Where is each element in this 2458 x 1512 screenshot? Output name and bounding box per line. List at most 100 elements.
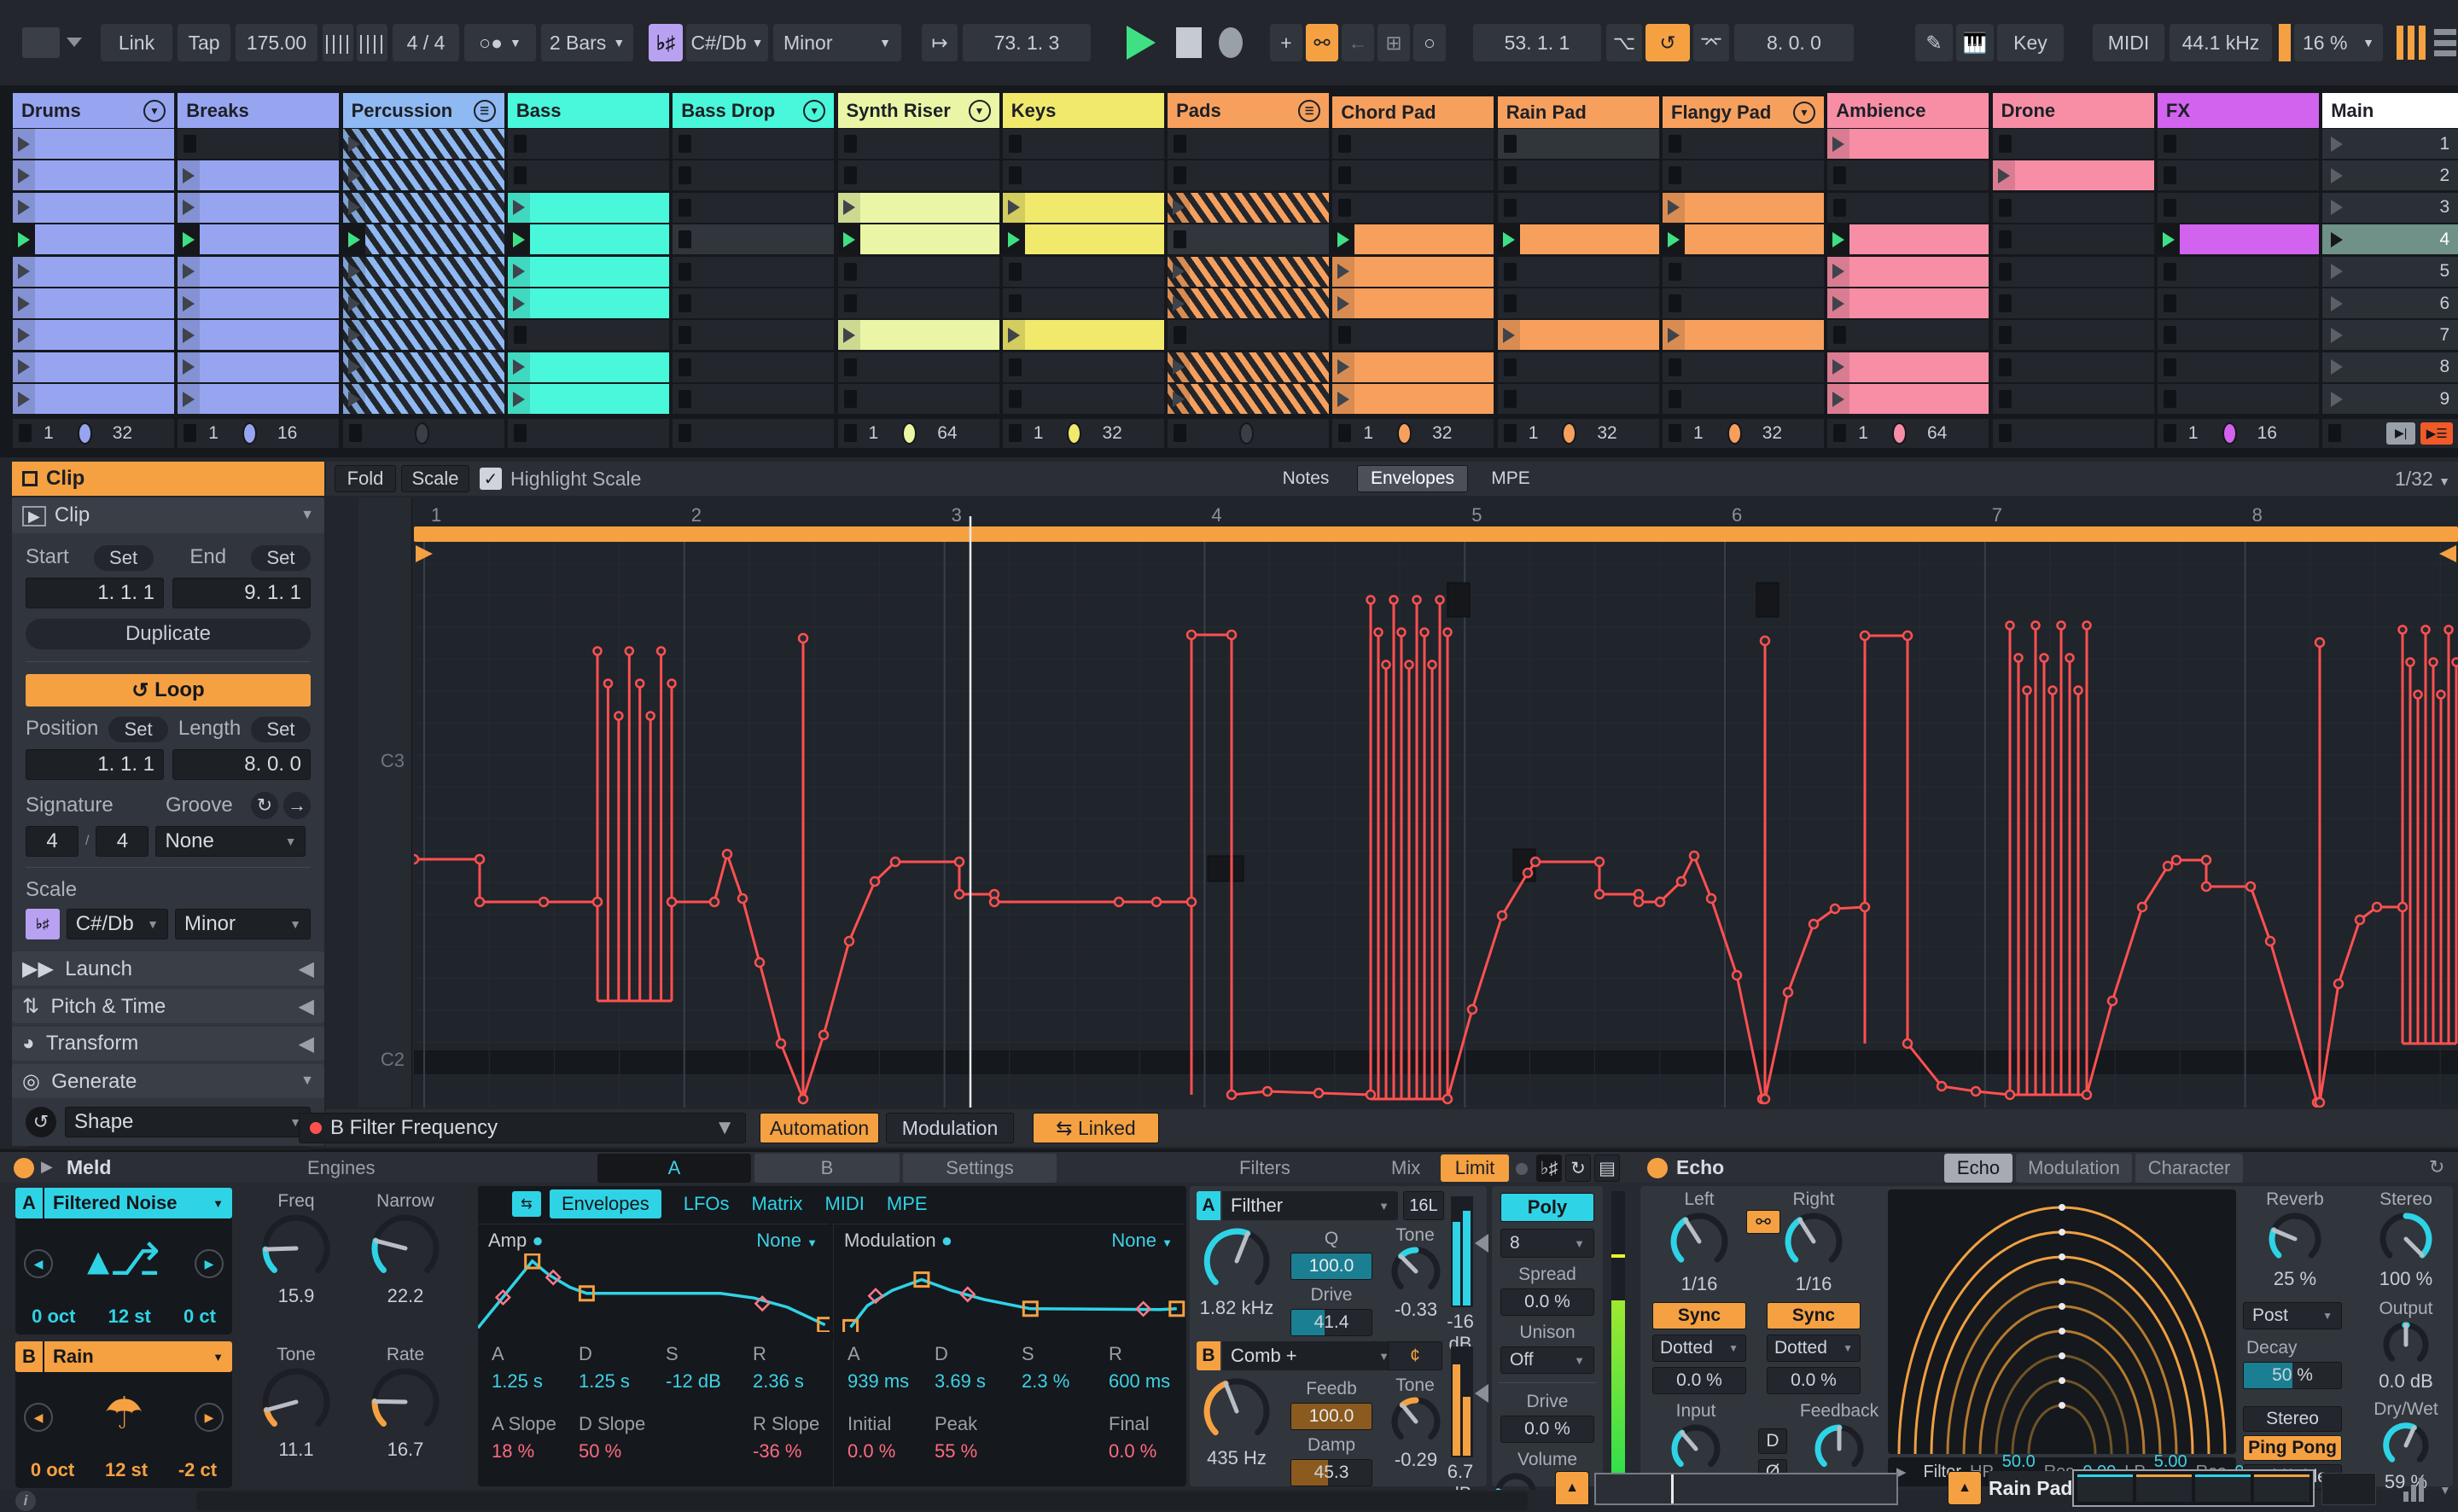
clip-slot[interactable] [1332,352,1494,382]
clip-slot-empty[interactable] [673,192,835,223]
highlight-scale-checkbox[interactable]: ✓ [480,468,502,490]
clip-slot[interactable] [837,320,999,351]
clip-slot[interactable] [178,288,340,318]
clip-stop-icon[interactable] [2163,198,2176,217]
echo-reverb-knob[interactable]: Reverb 25 % [2248,1189,2342,1290]
clip-play-icon[interactable] [1168,288,1191,318]
clip-slot-empty[interactable] [1497,160,1659,191]
clip-stop-icon[interactable] [679,358,692,376]
echo-stereo-knob[interactable]: Stereo 100 % [2359,1189,2453,1290]
filter-b-tone-knob[interactable]: -0.29 [1369,1394,1463,1471]
clip-slot-empty[interactable] [2157,192,2319,223]
engine-name-menu[interactable]: Filtered Noise ▼ [44,1188,232,1218]
filter-a-freq-knob-value[interactable]: 1.82 kHz [1200,1297,1274,1319]
clip-stop-icon[interactable] [1503,390,1517,409]
clip-stop-icon[interactable] [843,166,857,185]
clip-stop-icon[interactable] [1998,390,2012,409]
clip-stop-icon[interactable] [679,294,692,312]
clip-stop-icon[interactable] [1174,135,1187,153]
track-status-cell[interactable] [673,418,835,448]
engine-a-knob-2[interactable]: Narrow 22.2 [358,1191,452,1307]
filter-b-freq-knob[interactable]: 435 Hz [1190,1375,1284,1469]
echo-tab-echo[interactable]: Echo [1944,1154,2012,1183]
clip-play-icon[interactable] [837,320,860,351]
clip-slot[interactable] [507,224,669,255]
adsr-value[interactable]: 2.3 % [1022,1370,1069,1393]
clip-slot-empty[interactable] [1663,352,1824,382]
nudge-up-button[interactable]: |||| [357,24,387,61]
env-mode-menu[interactable]: None ▼ [1111,1230,1173,1252]
clip-stop-icon[interactable] [183,135,197,153]
clip-slot-empty[interactable] [837,160,999,191]
clip-play-icon[interactable] [1992,160,2015,191]
echo-mode-pingpong[interactable]: Ping Pong [2243,1435,2342,1461]
clip-slot[interactable] [1497,320,1659,351]
clip-slot-empty[interactable] [673,352,835,382]
track-status-cell[interactable] [1168,418,1330,448]
track-header-percussion[interactable]: Percussion ☰ [342,93,504,128]
adsr-value[interactable]: 600 ms [1109,1370,1170,1393]
clip-play-icon[interactable] [178,256,201,287]
clip-slot[interactable] [507,352,669,382]
echo-hot-swap-icon[interactable]: ↻ [2429,1156,2444,1178]
clip-stop-icon[interactable] [1174,166,1187,185]
filter-type-menu[interactable]: Comb + ▼ [1222,1341,1398,1370]
clip-stop-icon[interactable] [1338,135,1352,153]
device-chain-minimap[interactable] [2072,1469,2315,1507]
unison-menu[interactable]: Off ▼ [1500,1346,1594,1374]
signature-denominator-field[interactable]: 4 [96,826,149,857]
echo-output-knob-dial[interactable] [2380,1319,2432,1370]
echo-left-time-knob[interactable]: Left 1/16 [1652,1189,1746,1295]
clip-play-icon[interactable] [13,129,35,159]
filter-a-freq-knob[interactable]: 1.82 kHz [1190,1225,1284,1319]
clip-stop-icon[interactable] [1998,262,2012,281]
clip-stop-icon[interactable] [679,198,692,217]
key-map-button[interactable]: Key [1997,24,2064,61]
clip-slot-empty[interactable] [837,288,999,318]
clip-play-icon[interactable] [1168,256,1191,287]
clip-play-icon[interactable] [507,256,530,287]
clip-start-field[interactable]: 1. 1. 1 [26,578,164,608]
track-header-breaks[interactable]: Breaks [178,93,340,128]
pan-dial-icon[interactable] [242,422,257,445]
fold-button[interactable]: Fold [335,465,396,492]
clip-slot[interactable] [178,256,340,287]
clip-play-icon[interactable] [1332,384,1355,415]
clip-playing-icon[interactable] [13,224,35,255]
info-icon[interactable]: i [15,1491,36,1511]
clip-play-icon[interactable] [1332,288,1355,318]
meld-tab-b[interactable]: B [754,1154,900,1183]
clip-stop-icon[interactable] [679,390,692,409]
clip-slot-empty[interactable] [1332,129,1494,159]
clip-slot-empty[interactable] [507,320,669,351]
clip-slot-empty[interactable] [1497,256,1659,287]
engine-oct[interactable]: 0 oct [32,1306,75,1328]
clip-slot-empty[interactable] [1992,384,2154,415]
clip-slot-empty[interactable] [1663,256,1824,287]
scene-slot-6[interactable]: 6 [2322,288,2458,318]
track-header-synth-riser[interactable]: Synth Riser ▼ [837,93,999,128]
clip-stop-icon[interactable] [1833,326,1847,345]
engine-b-knob-2-dial[interactable] [369,1365,442,1439]
track-header-drums[interactable]: Drums ▼ [13,93,174,128]
clip-slot[interactable] [178,352,340,382]
engine-ct[interactable]: 0 ct [183,1306,216,1328]
track-status-cell[interactable]: 1 32 [1332,418,1494,448]
engine-b-knob-2-value[interactable]: 16.7 [387,1439,424,1461]
clip-slot[interactable] [507,384,669,415]
clip-slot[interactable] [178,160,340,191]
midi-map-button[interactable]: MIDI [2093,24,2164,61]
clip-playing-icon[interactable] [507,224,530,255]
clip-slot[interactable] [1827,288,1989,318]
track-status-cell[interactable]: 1 64 [1827,418,1989,448]
track-header-ambience[interactable]: Ambience [1827,93,1989,128]
engine-ct[interactable]: -2 ct [178,1459,217,1481]
scene-slot-1[interactable]: 1 [2322,129,2458,159]
clip-slot[interactable] [1827,129,1989,159]
clip-slot-empty[interactable] [1663,288,1824,318]
adsr-value[interactable]: 1.25 s [492,1370,543,1393]
echo-reverb-knob-value[interactable]: 25 % [2274,1268,2316,1290]
clip-slot-empty[interactable] [837,352,999,382]
clip-slot-empty[interactable] [1168,160,1330,191]
filter-b-tone-knob-value[interactable]: -0.29 [1395,1449,1437,1471]
